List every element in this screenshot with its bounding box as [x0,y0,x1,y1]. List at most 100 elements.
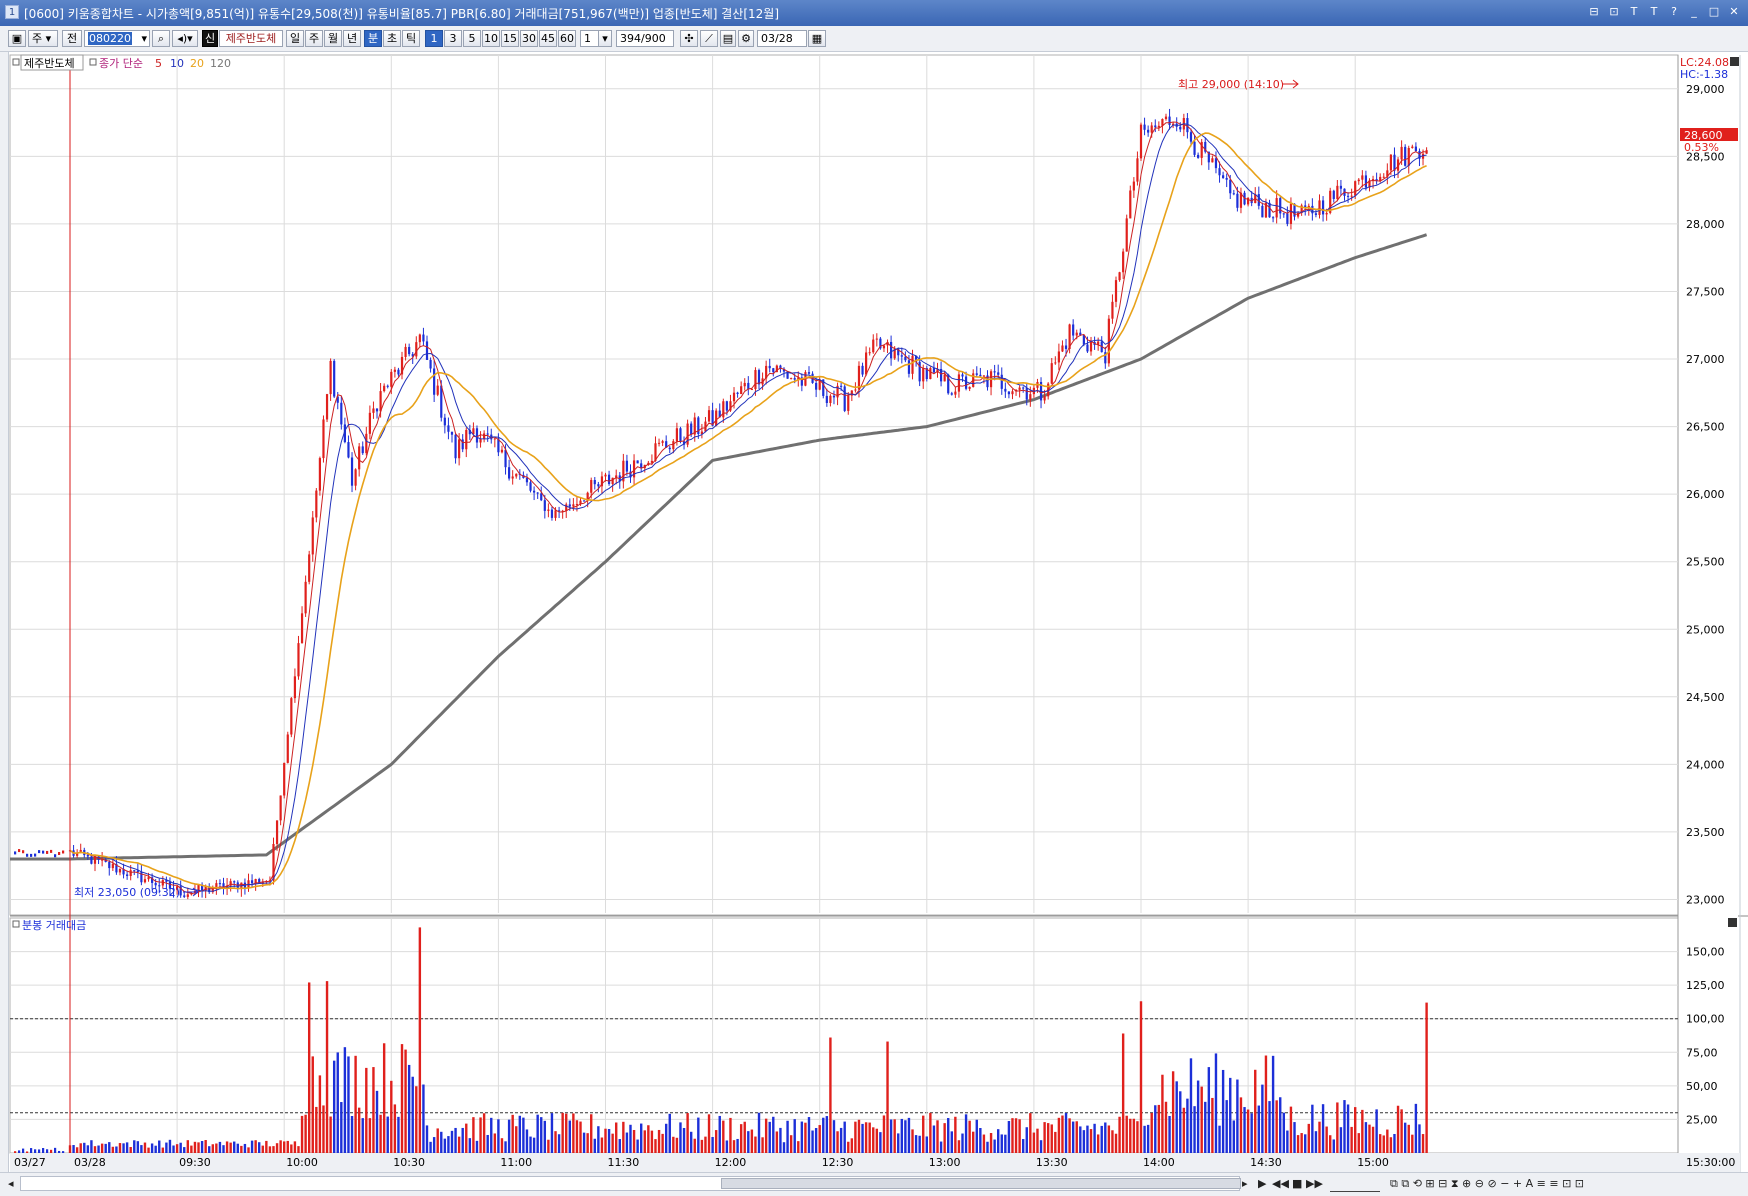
candle-body [508,467,511,479]
volume-bar [307,982,311,1153]
window-number-badge[interactable]: 1 [5,5,19,19]
legend-ma-label[interactable]: 종가 단순 [99,57,143,70]
volume-bar [939,1141,943,1153]
volume-tick-label: 125,00 [1686,979,1725,992]
candle-body [333,360,336,397]
volume-bar [957,1140,961,1153]
candle-body [1004,388,1007,392]
scroll-left-icon[interactable]: ◂ [8,1176,14,1191]
count-input[interactable]: 394/900 [616,30,674,47]
rewind-icon[interactable]: ◀◀ [1272,1176,1289,1191]
volume-legend-label[interactable]: 분봉 거래대금 [22,919,86,932]
volume-bar [722,1120,725,1153]
link-window-icon[interactable]: ⊟ [1586,4,1602,20]
candle-body [715,410,718,426]
period-tick-button[interactable]: 틱 [402,30,420,47]
candle-body [657,442,661,444]
candle-body [386,385,389,387]
chart-tools-icon[interactable]: ⧉ ⧉ ⟲ ⊞ ⊟ ⧗ ⊕ ⊖ ⊘ − + A ≡ ≡ ⊡ ⊡ [1390,1176,1584,1191]
multiplier-dropdown-icon[interactable]: ▾ [598,30,612,47]
draw-line-icon[interactable]: ⟋ [700,30,718,47]
volume-bar [1171,1071,1175,1153]
period-minute-button[interactable]: 분 [364,30,382,47]
minimize-button[interactable]: _ [1686,4,1702,20]
sound-icon[interactable]: ◂)▾ [172,30,198,47]
text-icon[interactable]: T [1646,4,1662,20]
interval-30-button[interactable]: 30 [520,30,538,47]
period-year-button[interactable]: 년 [343,30,361,47]
candle-body [26,853,29,857]
close-button[interactable]: ✕ [1726,4,1742,20]
volume-bar [972,1131,975,1153]
volume-bar [125,1142,129,1153]
volume-bar [943,1123,946,1153]
candle-body [722,401,725,418]
layout-icon[interactable]: ▣ [8,30,26,47]
interval-3-button[interactable]: 3 [444,30,462,47]
interval-10-button[interactable]: 10 [482,30,500,47]
settings-icon[interactable]: ⚙ [738,30,754,47]
volume-bar [397,1116,400,1153]
all-button[interactable]: 전 [62,30,82,47]
period-day-button[interactable]: 일 [286,30,304,47]
candle-body [90,856,93,864]
volume-bar [1393,1133,1396,1153]
stock-code-input[interactable]: 080220 ▾ [84,30,150,47]
font-size-icon[interactable]: T [1626,4,1642,20]
volume-bar [1082,1130,1086,1153]
candle-body [297,643,300,677]
speed-slider[interactable] [1330,1176,1380,1192]
volume-panel-close-icon[interactable] [1728,918,1737,927]
stock-chart[interactable]: 23,000 23,500 24,000 24,500 25,000 25,500 26,0… [0,52,1748,1172]
legend-stock-name[interactable]: 제주반도체 [24,57,75,70]
volume-bar [104,1143,107,1153]
play-icon[interactable]: ▶ [1258,1176,1266,1191]
interval-5-button[interactable]: 5 [463,30,481,47]
volume-bar [122,1143,125,1153]
volume-bar [582,1132,586,1153]
horizontal-scrollbar[interactable] [20,1176,1241,1191]
volume-bar [93,1146,97,1153]
interval-45-button[interactable]: 45 [539,30,557,47]
calendar-icon[interactable]: ▦ [808,30,826,47]
search-icon[interactable]: ⌕ [152,30,170,47]
candle-body [1189,132,1193,142]
candle-body [126,874,129,877]
scroll-right-icon[interactable]: ▸ [1242,1176,1248,1191]
date-input[interactable]: 03/28 [757,30,807,47]
volume-bar [807,1117,811,1153]
candle-body [443,417,446,426]
volume-bar [732,1140,736,1153]
help-icon[interactable]: ? [1666,4,1682,20]
indicator-icon[interactable]: ✣ [680,30,698,47]
new-button[interactable]: 신 [202,30,218,47]
market-type-select[interactable]: 주 ▾ [28,30,58,47]
volume-bar [1414,1103,1418,1153]
volume-bar [986,1141,989,1153]
window-list-icon[interactable]: ⊡ [1606,4,1622,20]
period-week-button[interactable]: 주 [305,30,323,47]
interval-60-button[interactable]: 60 [558,30,576,47]
candle-body [675,428,678,442]
candle-body [572,504,575,507]
scrollbar-thumb[interactable] [721,1178,1241,1189]
price-panel-close-icon[interactable] [1730,57,1739,66]
period-second-button[interactable]: 초 [383,30,401,47]
stop-icon[interactable]: ■ [1292,1176,1302,1191]
candle-body [1007,391,1011,395]
chevron-down-icon[interactable]: ▾ [141,31,149,46]
candle-body [736,392,739,394]
volume-bar [268,1146,272,1153]
volume-bar [357,1107,361,1153]
price-tick-label: 23,000 [1686,893,1725,906]
volume-bar [586,1133,589,1153]
volume-bar [429,1141,432,1153]
fast-forward-icon[interactable]: ▶▶ [1306,1176,1323,1191]
interval-1-button[interactable]: 1 [425,30,443,47]
save-icon[interactable]: ▤ [720,30,736,47]
period-month-button[interactable]: 월 [324,30,342,47]
volume-bar [847,1141,850,1153]
interval-15-button[interactable]: 15 [501,30,519,47]
volume-bar [1307,1123,1310,1153]
maximize-button[interactable]: □ [1706,4,1722,20]
